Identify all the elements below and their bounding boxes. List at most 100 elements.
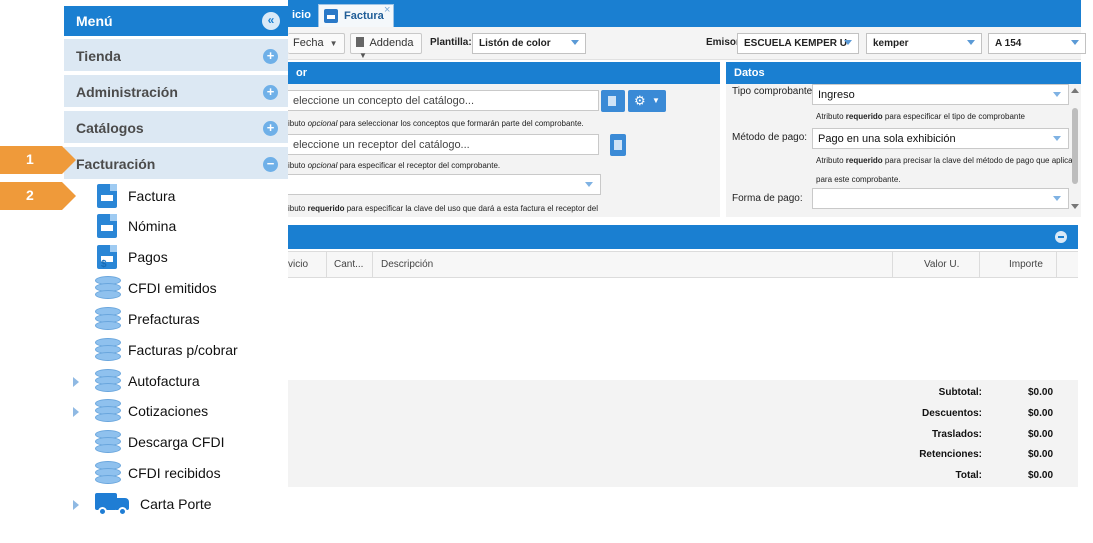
column-divider <box>892 252 893 279</box>
menu-item-facturas-por-cobrar[interactable]: Facturas p/cobrar <box>64 336 288 366</box>
subtotal-label: Subtotal: <box>938 387 982 398</box>
tab-factura-label: Factura <box>344 10 384 22</box>
menu-item-label: Prefacturas <box>128 311 200 327</box>
step-number: 2 <box>26 187 34 203</box>
chevron-down-icon <box>1053 136 1061 141</box>
sucursal-select[interactable]: kemper <box>866 33 982 54</box>
menu-section-tienda[interactable]: Tienda + <box>64 39 288 73</box>
truck-icon <box>95 493 131 517</box>
section-label: Catálogos <box>76 120 144 136</box>
column-divider <box>372 252 373 279</box>
datos-panel: Tipo comprobante: Ingreso Atributo reque… <box>726 84 1081 217</box>
tipo-comprobante-select[interactable]: Ingreso <box>812 84 1069 105</box>
menu-header: Menú « <box>64 6 288 36</box>
expand-arrow-icon[interactable] <box>73 500 79 510</box>
menu-item-label: Nómina <box>128 218 177 234</box>
menu-item-cotizaciones[interactable]: Cotizaciones <box>64 397 288 427</box>
database-icon <box>95 430 121 454</box>
plantilla-select[interactable]: Listón de color <box>472 33 586 54</box>
expand-icon[interactable]: + <box>263 49 278 64</box>
menu-item-label: Descarga CFDI <box>128 434 225 450</box>
expand-arrow-icon[interactable] <box>73 407 79 417</box>
subtotal-value: $0.00 <box>1028 387 1054 398</box>
expand-arrow-icon[interactable] <box>73 377 79 387</box>
collapse-icon[interactable]: − <box>263 157 278 172</box>
col-cantidad[interactable]: Cant... <box>334 259 363 270</box>
expand-icon[interactable]: + <box>263 121 278 136</box>
menu-item-factura[interactable]: Factura <box>64 182 288 212</box>
fecha-button[interactable]: Fecha ▼ <box>288 33 345 54</box>
total-label: Total: <box>955 470 982 481</box>
fecha-label: Fecha <box>293 37 324 49</box>
menu-item-label: Pagos <box>128 249 168 265</box>
sucursal-value: kemper <box>873 38 909 49</box>
receptor-panel-header: or <box>288 62 720 84</box>
chevron-down-icon: ▼ <box>329 39 338 48</box>
scroll-up-icon[interactable] <box>1071 88 1079 93</box>
menu-item-label: Factura <box>128 188 176 204</box>
forma-pago-select[interactable] <box>812 188 1069 209</box>
plantilla-label: Plantilla: <box>430 37 472 48</box>
expand-icon[interactable]: + <box>263 85 278 100</box>
menu-section-administracion[interactable]: Administración + <box>64 75 288 109</box>
menu-item-pagos[interactable]: $ Pagos <box>64 243 288 273</box>
minus-icon <box>1058 236 1064 238</box>
tab-inicio[interactable]: icio <box>288 5 315 27</box>
menu-title: Menú <box>76 13 113 29</box>
menu-item-autofactura[interactable]: Autofactura <box>64 367 288 397</box>
col-servicio[interactable]: vicio <box>288 259 308 270</box>
tab-factura[interactable]: Factura × <box>318 4 394 27</box>
col-descripcion[interactable]: Descripción <box>381 259 433 270</box>
serie-select[interactable]: A 154 <box>988 33 1086 54</box>
collapse-menu-icon[interactable]: « <box>262 12 280 30</box>
metodo-pago-value: Pago en una sola exhibición <box>818 133 956 145</box>
menu-item-label: CFDI recibidos <box>128 465 221 481</box>
payroll-doc-icon <box>97 214 117 238</box>
payment-doc-icon: $ <box>97 245 117 270</box>
col-valor-unitario[interactable]: Valor U. <box>924 259 959 270</box>
menu-item-descarga-cfdi[interactable]: Descarga CFDI <box>64 428 288 458</box>
tipo-comprobante-value: Ingreso <box>818 89 855 101</box>
chevron-down-icon <box>1071 40 1079 45</box>
chevron-down-icon <box>844 40 852 45</box>
col-importe[interactable]: Importe <box>1009 259 1043 270</box>
traslados-value: $0.00 <box>1028 429 1054 440</box>
menu-item-carta-porte[interactable]: Carta Porte <box>64 490 288 520</box>
metodo-pago-select[interactable]: Pago en una sola exhibición <box>812 128 1069 149</box>
receptor-catalog-button[interactable] <box>610 134 626 156</box>
conceptos-grid-header: vicio Cant... Descripción Valor U. Impor… <box>288 251 1078 279</box>
emisor-select[interactable]: ESCUELA KEMPER U <box>737 33 859 54</box>
conceptos-grid-body[interactable] <box>288 278 1078 380</box>
receptor-search-input[interactable]: eleccione un receptor del catálogo... <box>288 134 599 155</box>
scroll-down-icon[interactable] <box>1071 204 1079 209</box>
receptor-panel-title: or <box>296 67 307 79</box>
menu-item-cfdi-recibidos[interactable]: CFDI recibidos <box>64 459 288 489</box>
receptor-search-placeholder: eleccione un receptor del catálogo... <box>293 139 470 151</box>
concept-catalog-button[interactable] <box>601 90 625 112</box>
retenciones-label: Retenciones: <box>919 449 982 460</box>
menu-section-catalogos[interactable]: Catálogos + <box>64 111 288 145</box>
close-icon[interactable]: × <box>384 4 390 16</box>
scrollbar[interactable] <box>1071 88 1079 210</box>
addenda-button[interactable]: Addenda ▼ <box>350 33 422 60</box>
dollar-glyph: $ <box>101 259 107 270</box>
column-divider <box>979 252 980 279</box>
datos-panel-header: Datos <box>726 62 1081 84</box>
column-divider <box>1056 252 1057 279</box>
concept-search-input[interactable]: eleccione un concepto del catálogo... <box>288 90 599 111</box>
menu-item-nomina[interactable]: Nómina <box>64 212 288 242</box>
uso-cfdi-select[interactable] <box>288 174 601 195</box>
invoice-doc-icon <box>324 9 338 23</box>
total-value: $0.00 <box>1028 470 1054 481</box>
invoice-doc-icon <box>97 184 117 208</box>
receptor-panel: eleccione un concepto del catálogo... ⚙ … <box>288 84 720 217</box>
concept-settings-button[interactable]: ⚙ ▼ <box>628 90 666 112</box>
menu-item-cfdi-emitidos[interactable]: CFDI emitidos <box>64 274 288 304</box>
concept-hint: ibuto opcional para seleccionar los conc… <box>288 119 584 128</box>
menu-section-facturacion[interactable]: Facturación − <box>64 147 288 181</box>
scroll-thumb[interactable] <box>1072 108 1078 184</box>
tab-bar: icio Factura × <box>288 0 1081 27</box>
menu-item-prefacturas[interactable]: Prefacturas <box>64 305 288 335</box>
chevron-down-icon <box>1053 92 1061 97</box>
step-callout-1: 1 <box>0 146 76 174</box>
